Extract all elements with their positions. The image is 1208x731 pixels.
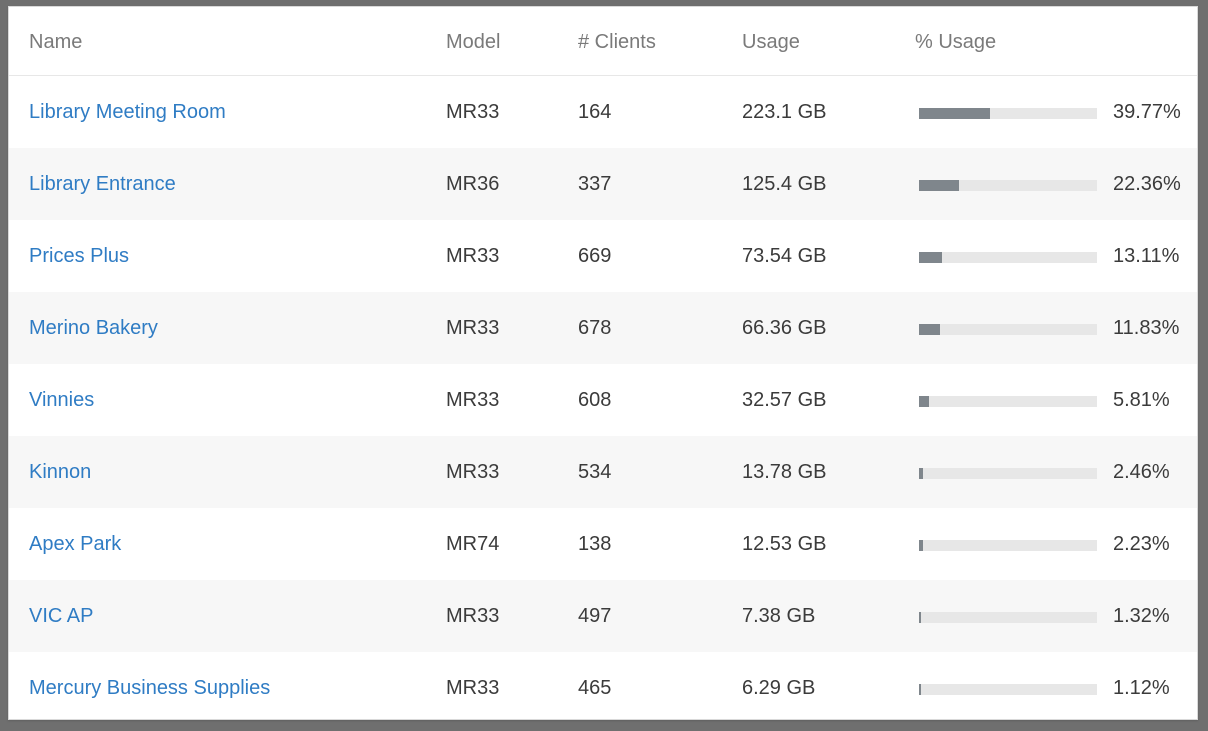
- model-cell: MR33: [446, 605, 500, 627]
- usage-cell: 66.36 GB: [742, 317, 827, 339]
- usage-table-panel: Name Model # Clients Usage % Usage Libra…: [8, 6, 1198, 720]
- table-body: Library Meeting Room MR33 164 223.1 GB 3…: [9, 76, 1197, 719]
- device-name-link[interactable]: Prices Plus: [29, 245, 129, 268]
- device-name-link[interactable]: Library Entrance: [29, 173, 176, 196]
- table-row: Apex Park MR74 138 12.53 GB 2.23%: [9, 508, 1197, 580]
- model-cell: MR33: [446, 317, 500, 339]
- percent-usage-cell: 1.12%: [1113, 677, 1170, 699]
- usage-bar-track: [919, 180, 1097, 191]
- device-name-link[interactable]: Apex Park: [29, 533, 121, 556]
- usage-bar-track: [919, 396, 1097, 407]
- device-name-link[interactable]: Mercury Business Supplies: [29, 677, 270, 700]
- usage-cell: 6.29 GB: [742, 677, 816, 699]
- usage-bar-fill: [919, 180, 959, 191]
- column-header-name[interactable]: Name: [29, 31, 82, 54]
- usage-bar-fill: [919, 540, 923, 551]
- usage-bar-track: [919, 684, 1097, 695]
- usage-bar-fill: [919, 684, 921, 695]
- clients-cell: 465: [578, 677, 612, 699]
- percent-usage-cell: 2.46%: [1113, 461, 1170, 483]
- usage-bar-track: [919, 108, 1097, 119]
- clients-cell: 337: [578, 173, 612, 195]
- usage-cell: 13.78 GB: [742, 461, 827, 483]
- device-name-link[interactable]: Kinnon: [29, 461, 91, 484]
- usage-bar-fill: [919, 324, 940, 335]
- percent-usage-cell: 2.23%: [1113, 533, 1170, 555]
- usage-cell: 223.1 GB: [742, 101, 827, 123]
- device-name-link[interactable]: VIC AP: [29, 605, 93, 628]
- clients-cell: 164: [578, 101, 612, 123]
- usage-bar-fill: [919, 396, 929, 407]
- column-header-clients[interactable]: # Clients: [578, 31, 656, 54]
- device-name-link[interactable]: Vinnies: [29, 389, 94, 412]
- model-cell: MR36: [446, 173, 500, 195]
- table-row: VIC AP MR33 497 7.38 GB 1.32%: [9, 580, 1197, 652]
- table-row: Mercury Business Supplies MR33 465 6.29 …: [9, 652, 1197, 719]
- usage-bar-fill: [919, 468, 923, 479]
- usage-bar-track: [919, 612, 1097, 623]
- usage-cell: 125.4 GB: [742, 173, 827, 195]
- usage-bar-track: [919, 540, 1097, 551]
- clients-cell: 678: [578, 317, 612, 339]
- usage-bar-track: [919, 324, 1097, 335]
- table-row: Library Entrance MR36 337 125.4 GB 22.36…: [9, 148, 1197, 220]
- usage-bar-track: [919, 468, 1097, 479]
- usage-cell: 73.54 GB: [742, 245, 827, 267]
- table-row: Library Meeting Room MR33 164 223.1 GB 3…: [9, 76, 1197, 148]
- column-header-percent-usage[interactable]: % Usage: [915, 31, 996, 54]
- model-cell: MR74: [446, 533, 500, 555]
- percent-usage-cell: 1.32%: [1113, 605, 1170, 627]
- usage-bar-fill: [919, 252, 942, 263]
- table-row: Prices Plus MR33 669 73.54 GB 13.11%: [9, 220, 1197, 292]
- percent-usage-cell: 39.77%: [1113, 101, 1181, 123]
- table-row: Merino Bakery MR33 678 66.36 GB 11.83%: [9, 292, 1197, 364]
- model-cell: MR33: [446, 389, 500, 411]
- usage-bar-track: [919, 252, 1097, 263]
- usage-cell: 7.38 GB: [742, 605, 816, 627]
- clients-cell: 669: [578, 245, 612, 267]
- percent-usage-cell: 22.36%: [1113, 173, 1181, 195]
- column-header-usage[interactable]: Usage: [742, 31, 800, 54]
- device-name-link[interactable]: Merino Bakery: [29, 317, 158, 340]
- usage-bar-fill: [919, 108, 990, 119]
- model-cell: MR33: [446, 461, 500, 483]
- percent-usage-cell: 11.83%: [1113, 317, 1180, 339]
- window-frame: Name Model # Clients Usage % Usage Libra…: [0, 0, 1208, 731]
- clients-cell: 497: [578, 605, 612, 627]
- usage-bar-fill: [919, 612, 921, 623]
- model-cell: MR33: [446, 245, 500, 267]
- model-cell: MR33: [446, 101, 500, 123]
- column-header-model[interactable]: Model: [446, 31, 500, 54]
- table-row: Vinnies MR33 608 32.57 GB 5.81%: [9, 364, 1197, 436]
- table-header: Name Model # Clients Usage % Usage: [9, 7, 1197, 76]
- table-row: Kinnon MR33 534 13.78 GB 2.46%: [9, 436, 1197, 508]
- clients-cell: 608: [578, 389, 612, 411]
- clients-cell: 534: [578, 461, 612, 483]
- percent-usage-cell: 13.11%: [1113, 245, 1180, 267]
- usage-cell: 32.57 GB: [742, 389, 827, 411]
- device-name-link[interactable]: Library Meeting Room: [29, 101, 226, 124]
- percent-usage-cell: 5.81%: [1113, 389, 1170, 411]
- model-cell: MR33: [446, 677, 500, 699]
- clients-cell: 138: [578, 533, 612, 555]
- usage-cell: 12.53 GB: [742, 533, 827, 555]
